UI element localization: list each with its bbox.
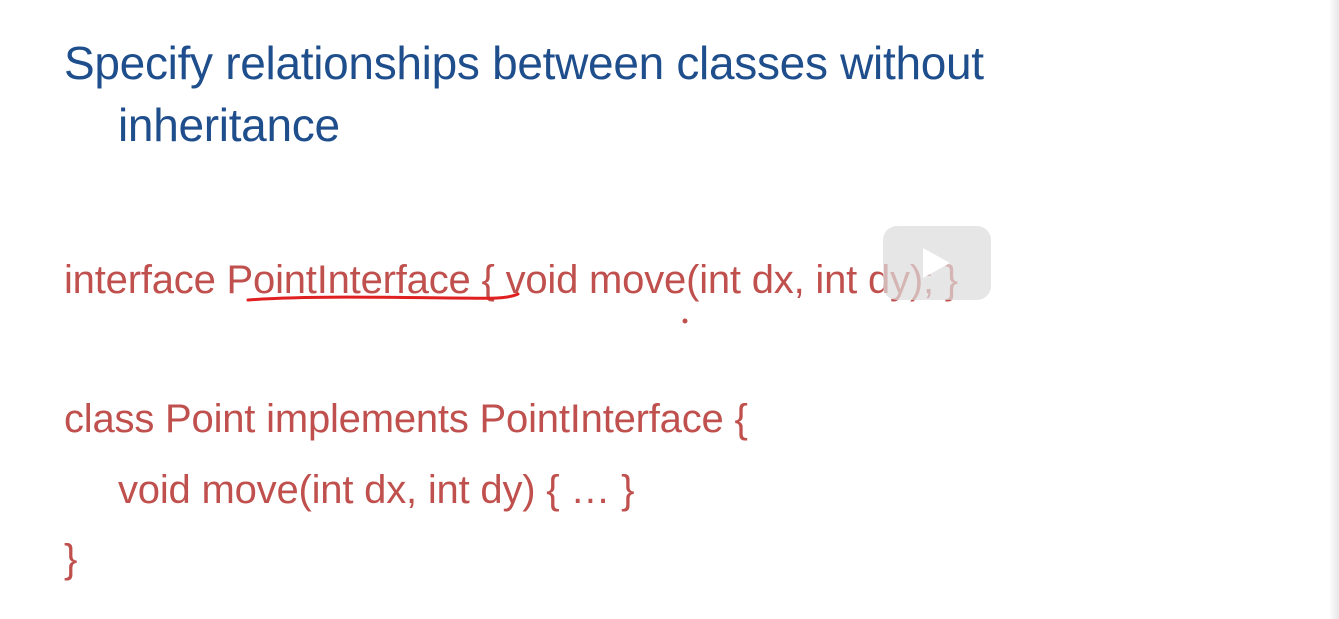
slide-title: Specify relationships between classes wi… (64, 32, 984, 156)
slide-title-line1: Specify relationships between classes wi… (64, 37, 984, 89)
play-icon[interactable] (923, 248, 950, 278)
code-interface-name: PointInterface (226, 258, 471, 302)
slide-title-line2: inheritance (118, 99, 340, 151)
slide: Specify relationships between classes wi… (0, 0, 1339, 619)
code-interface-declaration: interface PointInterface { void move(int… (64, 256, 958, 304)
code-interface-keyword: interface (64, 258, 227, 302)
code-closing-brace: } (64, 537, 78, 581)
code-method-implementation: void move(int dx, int dy) { … } (118, 468, 635, 512)
code-class-declaration: class Point implements PointInterface { (64, 397, 748, 441)
pen-dot-annotation (682, 318, 688, 324)
video-play-button[interactable] (883, 226, 991, 300)
slide-edge-shadow (1329, 0, 1339, 619)
